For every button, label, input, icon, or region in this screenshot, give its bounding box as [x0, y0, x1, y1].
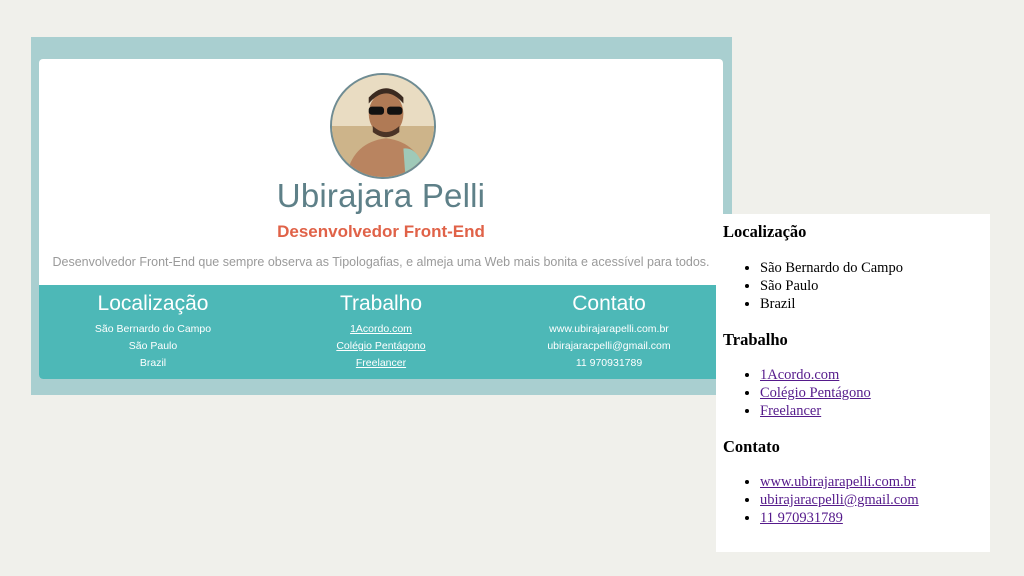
unstyled-work-link[interactable]: 1Acordo.com: [760, 367, 839, 383]
unstyled-panel: Localização São Bernardo do Campo São Pa…: [716, 214, 990, 552]
unstyled-location-item: São Bernardo do Campo: [760, 259, 903, 277]
location-item: São Bernardo do Campo: [94, 323, 212, 335]
location-list: São Bernardo do Campo São Paulo Brazil: [39, 321, 267, 372]
location-heading: Localização: [97, 292, 209, 315]
work-column: Trabalho 1Acordo.com Colégio Pentágono F…: [267, 291, 495, 372]
profile-role: Desenvolvedor Front-End: [277, 222, 485, 241]
info-band: Localização São Bernardo do Campo São Pa…: [39, 285, 723, 379]
unstyled-work-heading: Trabalho: [723, 330, 788, 349]
styled-card-frame: Ubirajara Pelli Desenvolvedor Front-End …: [31, 37, 732, 395]
avatar: [330, 73, 436, 179]
work-link[interactable]: Freelancer: [356, 357, 406, 369]
work-list: 1Acordo.com Colégio Pentágono Freelancer: [267, 321, 495, 372]
work-link[interactable]: Colégio Pentágono: [336, 340, 425, 352]
unstyled-work-link[interactable]: Colégio Pentágono: [760, 385, 871, 401]
contact-column: Contato www.ubirajarapelli.com.br ubiraj…: [495, 291, 723, 372]
contact-link[interactable]: 11 970931789: [576, 357, 642, 369]
location-column: Localização São Bernardo do Campo São Pa…: [39, 291, 267, 372]
location-item: São Paulo: [128, 340, 178, 352]
unstyled-location-item: Brazil: [760, 295, 903, 313]
contact-link[interactable]: ubirajaracpelli@gmail.com: [547, 340, 670, 352]
profile-bio: Desenvolvedor Front-End que sempre obser…: [52, 255, 710, 269]
unstyled-location-item: São Paulo: [760, 277, 903, 295]
location-item: Brazil: [139, 357, 167, 369]
unstyled-contact-heading: Contato: [723, 437, 780, 456]
unstyled-location-list: São Bernardo do Campo São Paulo Brazil: [741, 259, 903, 313]
unstyled-contact-link[interactable]: ubirajaracpelli@gmail.com: [760, 492, 919, 508]
contact-list: www.ubirajarapelli.com.br ubirajaracpell…: [495, 321, 723, 372]
work-link[interactable]: 1Acordo.com: [350, 323, 412, 335]
profile-name: Ubirajara Pelli: [276, 177, 486, 214]
unstyled-location-heading: Localização: [723, 222, 807, 241]
unstyled-contact-link[interactable]: 11 970931789: [760, 510, 843, 526]
unstyled-work-list: 1Acordo.com Colégio Pentágono Freelancer: [741, 366, 871, 420]
contact-heading: Contato: [572, 292, 646, 315]
work-heading: Trabalho: [339, 292, 423, 315]
avatar-photo: [332, 75, 434, 177]
profile-card: Ubirajara Pelli Desenvolvedor Front-End …: [39, 59, 723, 379]
unstyled-contact-list: www.ubirajarapelli.com.br ubirajaracpell…: [741, 473, 919, 527]
contact-link[interactable]: www.ubirajarapelli.com.br: [549, 323, 669, 335]
unstyled-contact-link[interactable]: www.ubirajarapelli.com.br: [760, 474, 916, 490]
unstyled-work-link[interactable]: Freelancer: [760, 403, 821, 419]
